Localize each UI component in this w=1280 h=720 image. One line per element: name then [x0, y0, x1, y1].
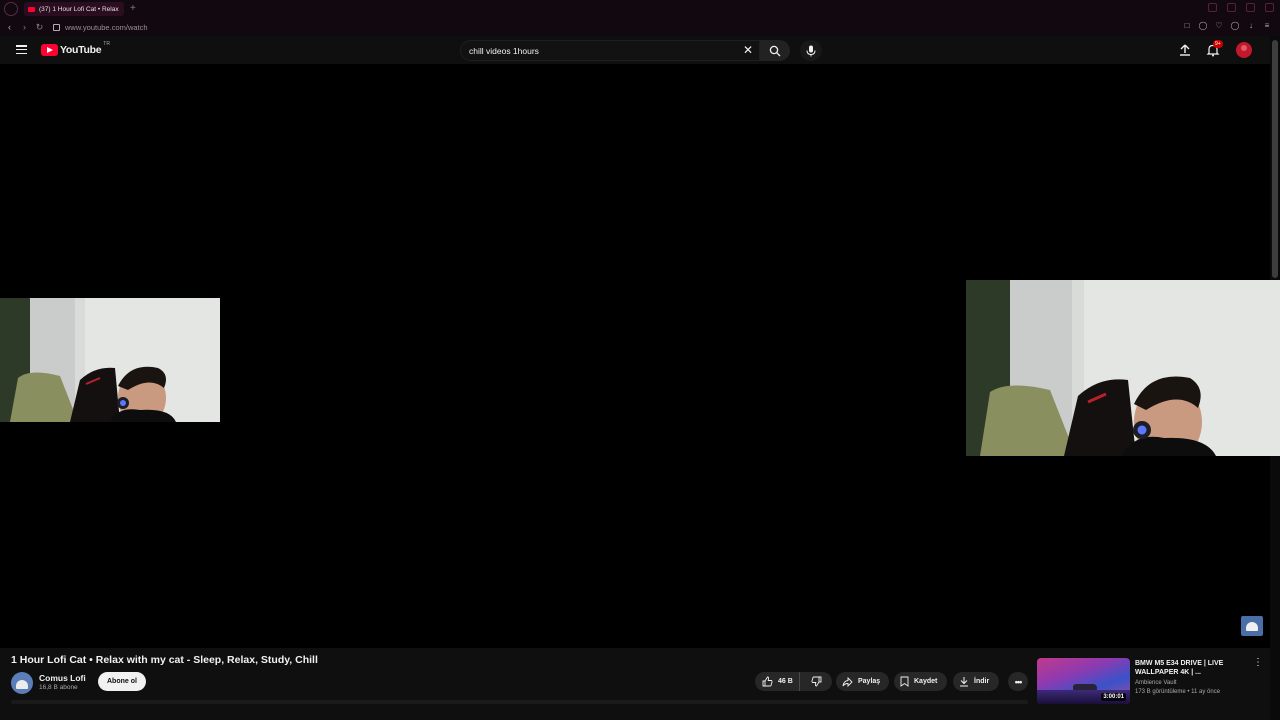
video-duration: 3:00:01	[1101, 693, 1126, 701]
browser-logo-icon[interactable]	[4, 2, 18, 16]
description-box-edge	[11, 700, 1028, 704]
channel-name[interactable]: Comus Lofi	[39, 673, 86, 683]
search-box: ✕	[460, 40, 760, 61]
tab-title: (37) 1 Hour Lofi Cat • Relax	[39, 5, 119, 13]
search-icon	[769, 45, 781, 56]
channel-avatar[interactable]	[11, 672, 33, 694]
browser-tab-bar: (37) 1 Hour Lofi Cat • Relax +	[0, 0, 1280, 18]
webcam-image	[0, 298, 220, 422]
car-silhouette	[1073, 684, 1097, 690]
minimize-icon[interactable]	[1227, 3, 1236, 12]
webcam-overlay-left	[0, 298, 220, 422]
thumbs-up-icon	[762, 676, 773, 687]
youtube-logo[interactable]: YouTube TR	[41, 41, 110, 56]
like-count: 46 B	[778, 678, 793, 685]
like-dislike-group: 46 B	[755, 672, 832, 691]
related-video-item[interactable]: 3:00:01 BMW M5 E34 DRIVE | LIVE WALLPAPE…	[1037, 658, 1270, 704]
download-arrow-icon	[960, 677, 968, 687]
youtube-wordmark: YouTube	[60, 44, 102, 56]
address-bar-actions: □ ◯ ♡ ◯ ↓ ≡	[1182, 21, 1272, 31]
user-avatar[interactable]	[1236, 42, 1252, 58]
back-icon[interactable]: ‹	[2, 22, 17, 32]
browser-tab[interactable]: (37) 1 Hour Lofi Cat • Relax	[24, 2, 124, 16]
notifications-button[interactable]: 9+	[1206, 40, 1223, 57]
bookmark-icon[interactable]: □	[1182, 21, 1192, 31]
shield-icon[interactable]: ◯	[1198, 21, 1208, 31]
clear-search-icon[interactable]: ✕	[743, 44, 753, 57]
download-icon[interactable]: ↓	[1246, 21, 1256, 31]
heart-icon[interactable]: ♡	[1214, 21, 1224, 31]
webcam-image	[966, 280, 1280, 456]
profile-icon[interactable]: ◯	[1230, 21, 1240, 31]
share-label: Paylaş	[858, 678, 881, 685]
bookmark-save-icon	[900, 676, 909, 687]
related-title[interactable]: BMW M5 E34 DRIVE | LIVE WALLPAPER 4K | .…	[1135, 659, 1247, 677]
upload-icon[interactable]	[1178, 43, 1192, 57]
address-bar: ‹ › ↻ www.youtube.com/watch □ ◯ ♡ ◯ ↓ ≡	[0, 18, 1280, 36]
like-button[interactable]: 46 B	[755, 672, 800, 691]
search-input[interactable]	[469, 45, 729, 56]
youtube-play-icon	[41, 44, 58, 56]
kebab-menu-icon[interactable]: ⋮	[1253, 658, 1263, 668]
subscriber-count: 16,8 B abone	[39, 684, 78, 691]
search-button[interactable]	[760, 40, 790, 61]
url-field[interactable]: www.youtube.com/watch	[65, 23, 148, 32]
window-controls	[1208, 3, 1274, 12]
scrollbar-thumb[interactable]	[1272, 40, 1278, 278]
notification-badge: 9+	[1213, 40, 1223, 48]
subscribe-button[interactable]: Abone ol	[98, 672, 146, 691]
country-code: TR	[103, 41, 110, 47]
related-channel[interactable]: Ambience Vault	[1135, 680, 1177, 686]
new-tab-button[interactable]: +	[130, 4, 136, 14]
forward-icon[interactable]: ›	[17, 22, 32, 32]
hamburger-menu-icon[interactable]	[16, 45, 27, 54]
browser-menu-icon[interactable]: ≡	[1262, 21, 1272, 31]
maximize-icon[interactable]	[1246, 3, 1255, 12]
video-title: 1 Hour Lofi Cat • Relax with my cat - Sl…	[11, 654, 318, 666]
share-button[interactable]: Paylaş	[836, 672, 889, 691]
lock-icon[interactable]	[53, 23, 60, 31]
channel-watermark[interactable]	[1241, 616, 1263, 636]
download-button[interactable]: İndir	[953, 672, 999, 691]
share-icon	[842, 676, 853, 687]
youtube-masthead: YouTube TR ✕ 9+	[0, 36, 1270, 64]
window-search-icon[interactable]	[1208, 3, 1217, 12]
thumbs-down-icon	[811, 676, 821, 687]
youtube-favicon-icon	[28, 6, 35, 12]
save-label: Kaydet	[914, 678, 938, 685]
reload-icon[interactable]: ↻	[32, 22, 47, 33]
video-info: 1 Hour Lofi Cat • Relax with my cat - Sl…	[0, 648, 1270, 720]
webcam-overlay-right	[966, 280, 1280, 456]
download-label: İndir	[974, 678, 990, 685]
microphone-icon	[806, 45, 816, 56]
save-button[interactable]: Kaydet	[894, 672, 947, 691]
dislike-button[interactable]	[800, 672, 832, 691]
voice-search-button[interactable]	[800, 40, 822, 61]
video-player[interactable]	[0, 64, 1280, 648]
related-meta: 173 B görüntüleme • 11 ay önce	[1135, 689, 1221, 695]
close-window-icon[interactable]	[1265, 3, 1274, 12]
more-actions-button[interactable]: •••	[1008, 672, 1028, 691]
related-thumbnail[interactable]: 3:00:01	[1037, 658, 1130, 704]
